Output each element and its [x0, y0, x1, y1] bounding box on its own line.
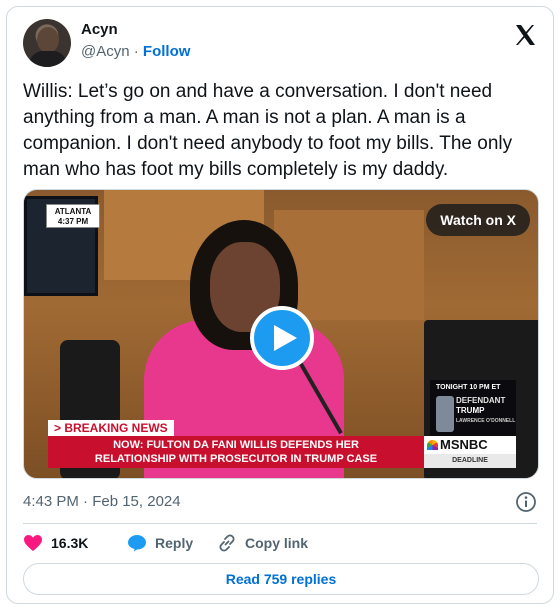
- info-icon[interactable]: [515, 491, 537, 513]
- x-logo-icon[interactable]: [513, 23, 537, 47]
- chyron-line-2: RELATIONSHIP WITH PROSECUTOR IN TRUMP CA…: [94, 453, 378, 465]
- watch-on-x-button[interactable]: Watch on X: [426, 204, 530, 236]
- divider: [23, 523, 537, 524]
- copy-link-button[interactable]: Copy link: [217, 531, 308, 555]
- avatar[interactable]: [23, 19, 71, 67]
- reply-button[interactable]: Reply: [127, 531, 193, 555]
- location-badge: ATLANTA 4:37 PM: [46, 204, 100, 228]
- promo-title-2: TRUMP: [456, 406, 485, 415]
- play-icon: [274, 325, 297, 351]
- follow-link[interactable]: Follow: [143, 43, 191, 60]
- promo-title-1: DEFENDANT: [456, 396, 506, 405]
- network-logo: MSNBC: [424, 436, 516, 454]
- avatar-face: [37, 27, 59, 53]
- play-button[interactable]: [250, 306, 314, 370]
- video-player[interactable]: ATLANTA 4:37 PM TONIGHT 10 PM ET DEFENDA…: [23, 189, 539, 479]
- network-name: MSNBC: [440, 437, 488, 452]
- tweet-card: Acyn @Acyn · Follow Willis: Let’s go on …: [6, 6, 554, 604]
- separator-dot: ·: [133, 43, 139, 60]
- peacock-icon: [427, 440, 438, 450]
- action-bar: 16.3K Reply Copy link: [23, 531, 539, 555]
- user-handle[interactable]: @Acyn: [81, 43, 130, 60]
- heart-icon: [24, 535, 42, 551]
- promo-host: LAWRENCE O'DONNELL: [456, 418, 516, 424]
- chyron-line-1: NOW: FULTON DA FANI WILLIS DEFENDS HER: [113, 439, 359, 451]
- news-chyron: NOW: FULTON DA FANI WILLIS DEFENDS HER R…: [48, 436, 424, 468]
- show-promo: TONIGHT 10 PM ET DEFENDANT TRUMP LAWRENC…: [430, 380, 516, 440]
- link-icon: [219, 534, 235, 552]
- handle-line: @Acyn · Follow: [81, 43, 190, 60]
- promo-thumbnail: [436, 396, 454, 432]
- promo-time: TONIGHT 10 PM ET: [436, 384, 501, 391]
- reply-label: Reply: [155, 535, 194, 551]
- tweet-timestamp[interactable]: 4:43 PM · Feb 15, 2024: [23, 493, 181, 510]
- location-label: ATLANTA: [54, 207, 92, 216]
- tweet-header: Acyn @Acyn · Follow: [23, 19, 537, 69]
- like-count: 16.3K: [51, 535, 89, 551]
- display-name[interactable]: Acyn: [81, 21, 118, 38]
- location-time: 4:37 PM: [57, 217, 89, 226]
- avatar-shirt: [29, 51, 67, 67]
- network-show: DEADLINE: [424, 454, 516, 468]
- read-replies-button[interactable]: Read 759 replies: [23, 563, 539, 595]
- breaking-news-tag: > BREAKING NEWS: [48, 420, 174, 436]
- copy-link-label: Copy link: [245, 535, 309, 551]
- like-button[interactable]: 16.3K: [23, 531, 88, 555]
- tweet-text: Willis: Let’s go on and have a conversat…: [23, 81, 513, 180]
- reply-bubble-icon: [128, 535, 146, 552]
